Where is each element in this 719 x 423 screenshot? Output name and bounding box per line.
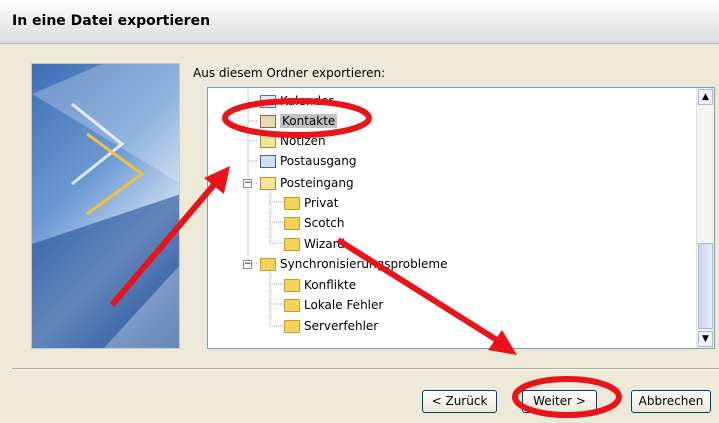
tree-scrollbar[interactable]: ▲ ▼ [696,88,714,348]
folder-icon [284,197,300,210]
notes-folder-icon [260,135,276,148]
contacts-folder-icon [260,115,276,128]
button-divider [12,368,719,370]
export-folder-label: Aus diesem Ordner exportieren: [193,66,386,80]
tree-item-konflikte[interactable]: Konflikte [284,276,356,294]
cancel-button[interactable]: Abbrechen [631,390,711,413]
tree-item-notizen[interactable]: Notizen [260,132,326,150]
outbox-folder-icon [260,155,276,168]
folder-icon [284,320,300,333]
tree-item-synchronisierungsprobleme[interactable]: Synchronisierungsprobleme [260,255,448,273]
collapse-posteingang-icon[interactable]: − [243,179,252,188]
scroll-down-icon[interactable]: ▼ [698,331,713,347]
title-bar: In eine Datei exportieren [0,0,719,44]
tree-item-wizard[interactable]: Wizard [284,235,345,253]
tree-item-serverfehler[interactable]: Serverfehler [284,317,378,335]
folder-icon [260,258,276,271]
tree-item-posteingang[interactable]: Posteingang [260,174,354,192]
scroll-thumb[interactable] [698,243,713,329]
next-button[interactable]: Weiter > [522,390,597,413]
wizard-illustration [31,63,180,349]
window-title: In eine Datei exportieren [12,13,211,29]
tree-item-scotch[interactable]: Scotch [284,214,344,232]
tree-item-kalender[interactable]: Kalender [260,92,333,110]
inbox-folder-icon [260,177,276,190]
folder-icon [284,217,300,230]
tree-item-lokale-fehler[interactable]: Lokale Fehler [284,296,383,314]
folder-icon [284,279,300,292]
wizard-arrows-graphic [32,64,179,348]
folder-icon [284,299,300,312]
back-button[interactable]: < Zurück [422,390,497,413]
tree-item-kontakte[interactable]: Kontakte [260,112,338,130]
folder-tree[interactable]: Kalender Kontakte Notizen Postausgang − … [207,87,715,349]
scroll-up-icon[interactable]: ▲ [698,89,713,105]
folder-icon [284,238,300,251]
tree-item-postausgang[interactable]: Postausgang [260,152,357,170]
collapse-sync-icon[interactable]: − [243,260,252,269]
tree-item-privat[interactable]: Privat [284,194,338,212]
calendar-folder-icon [260,95,276,108]
